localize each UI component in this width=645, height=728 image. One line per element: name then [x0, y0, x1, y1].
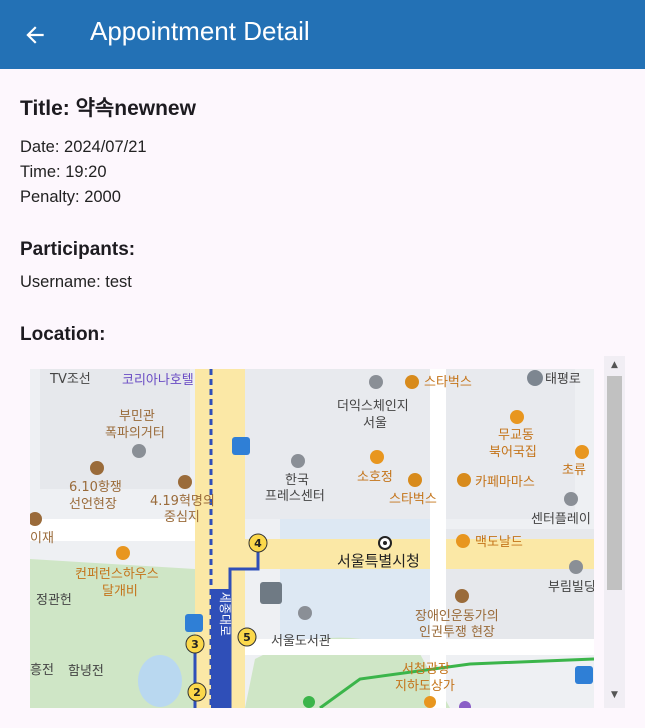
cafe-icon [408, 473, 422, 487]
map-label: 지하도상가 [395, 679, 455, 694]
arrow-back-icon [26, 26, 44, 44]
map-label: 장애인운동가의 [415, 609, 499, 624]
bus-stop-icon [232, 437, 250, 455]
map-label: 서청광장 [402, 662, 450, 677]
map-label: 서울도서관 [271, 634, 331, 649]
map-label: 정관헌 [36, 593, 72, 608]
app-bar: Appointment Detail [0, 0, 645, 69]
map-label: 무교동 [498, 428, 534, 443]
map-label: 달개비 [102, 584, 138, 599]
route-marker-5: 5 [243, 631, 251, 644]
map-label: 선언현장 [69, 497, 117, 512]
map-label: 더익스체인지 [337, 399, 409, 414]
map-label: 폭파의거터 [105, 426, 165, 441]
map-label: 코리아나호텔 [122, 373, 194, 388]
map-label: 흥전 [30, 663, 54, 678]
map-label-cityhall: 서울특별시청 [337, 552, 420, 570]
map-label: 6.10항쟁 [69, 480, 122, 495]
participants-heading: Participants: [20, 239, 136, 260]
restaurant-icon [116, 546, 130, 560]
restaurant-icon [510, 410, 524, 424]
building-icon [569, 560, 583, 574]
restaurant-icon [575, 445, 589, 459]
map-label: 한국 [285, 473, 309, 488]
landmark-icon [527, 370, 543, 386]
back-button[interactable] [18, 18, 52, 52]
scroll-down-icon[interactable]: ▼ [604, 690, 625, 700]
map-label-road: 세종대로 [218, 592, 232, 636]
monument-icon [455, 589, 469, 603]
map-label: 센터플레이 [531, 512, 591, 527]
map-label: 함녕전 [68, 664, 104, 679]
map-label: 스타벅스 [389, 492, 437, 507]
restaurant-icon [370, 450, 384, 464]
map-label: 프레스센터 [265, 489, 325, 504]
map-label: 소호정 [357, 470, 393, 485]
map-label: 중심지 [164, 510, 200, 525]
cafe-icon [457, 473, 471, 487]
appointment-penalty: Penalty: 2000 [20, 188, 121, 206]
scroll-up-icon[interactable]: ▲ [604, 360, 625, 370]
bus-stop-icon [185, 614, 203, 632]
library-icon [298, 606, 312, 620]
map-label: TV조선 [49, 372, 91, 387]
page-title: Appointment Detail [90, 16, 310, 46]
map-label: 태평로 [545, 372, 581, 387]
building-icon [564, 492, 578, 506]
appointment-date: Date: 2024/07/21 [20, 138, 147, 156]
appointment-title: Title: 약속newnew [20, 97, 196, 120]
scroll-thumb[interactable] [607, 376, 622, 590]
map-label: 인권투쟁 현장 [419, 625, 495, 640]
participant-item: Username: test [20, 273, 132, 291]
location-map[interactable]: 세종대로 4 5 3 2 TV조선 코리아나호텔 스타벅스 태평로 더익스체인지… [30, 369, 594, 708]
map-label: 스타벅스 [424, 375, 472, 390]
route-marker-2: 2 [193, 686, 201, 699]
map-label: 부민관 [119, 409, 155, 424]
monument-icon [178, 475, 192, 489]
route-marker-4: 4 [254, 537, 262, 550]
location-heading: Location: [20, 324, 106, 345]
building-icon [369, 375, 383, 389]
appointment-time: Time: 19:20 [20, 163, 107, 181]
restaurant-icon [456, 534, 470, 548]
map-label: 이재 [30, 531, 54, 546]
restroom-icon [260, 582, 282, 604]
bus-stop-icon [575, 666, 593, 684]
map-label: 맥도날드 [475, 535, 523, 550]
map-label: 부림빌딩 [548, 580, 594, 595]
route-marker-3: 3 [191, 638, 199, 651]
building-icon [291, 454, 305, 468]
monument-icon [90, 461, 104, 475]
map-label: 카페마마스 [475, 475, 535, 490]
museum-icon [132, 444, 146, 458]
restaurant-icon [424, 696, 436, 708]
map-scrollbar[interactable]: ▲ ▼ [604, 356, 625, 708]
map-label: 4.19혁명의 [150, 494, 215, 509]
map-canvas[interactable]: 세종대로 4 5 3 2 TV조선 코리아나호텔 스타벅스 태평로 더익스체인지… [30, 369, 594, 708]
map-label: 북어국집 [489, 445, 537, 460]
map-label: 초류 [562, 463, 586, 478]
cafe-icon [405, 375, 419, 389]
map-label: 컨퍼런스하우스 [75, 567, 159, 582]
map-label: 서울 [363, 416, 387, 431]
tree-icon [303, 696, 315, 708]
